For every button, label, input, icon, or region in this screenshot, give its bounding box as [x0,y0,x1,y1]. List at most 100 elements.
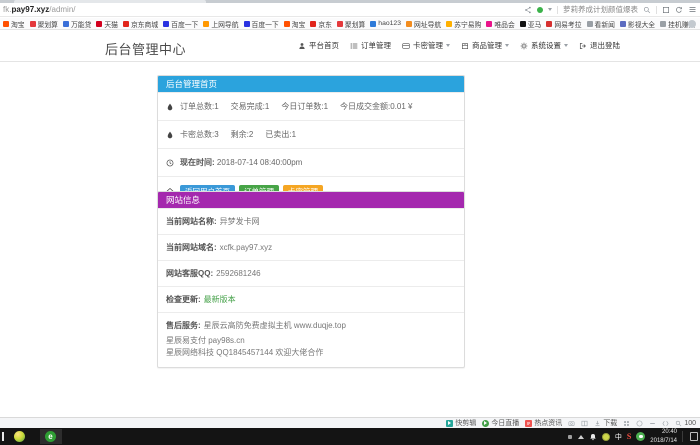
bookmark-item[interactable]: hao123 [370,20,401,27]
panel-site-header: 网站信息 [158,192,464,208]
nav-item-system-settings[interactable]: 系统设置 [520,40,568,51]
bookmark-item[interactable]: 唯品会 [486,19,514,29]
bookmark-item[interactable]: 上网导航 [203,19,238,29]
zoom-indicator[interactable]: 100 [675,420,696,427]
status-label: 下载 [603,418,617,428]
nav-item-logout[interactable]: 退出登陆 [579,40,620,51]
search-input[interactable]: 萝莉养成计划颜值爆表 [563,4,638,15]
wechat-icon[interactable] [636,432,645,441]
nav-label: 退出登陆 [590,40,620,51]
share-icon[interactable] [524,6,532,14]
taskbar-clock[interactable]: 20:40 2018/7/14 [650,428,677,444]
bookmark-item[interactable]: 百度一下 [244,19,279,29]
bookmark-favicon [486,21,492,27]
user-icon [298,42,306,50]
tray-app-icon[interactable] [567,434,573,440]
taskbar-app-360-icon[interactable] [14,431,25,442]
address-bar: fk.pay97.xyz/admin/ 萝莉养成计划颜值爆表 [0,3,700,17]
bookmark-label: 亚马 [528,19,542,29]
undo-icon[interactable] [675,6,683,14]
site-domain-row: 当前网站域名:xcfk.pay97.xyz [158,234,464,260]
bookmark-label: 万能贷 [71,19,91,29]
bookmark-label: 网址导航 [414,19,441,29]
reader-mode-icon[interactable] [662,420,669,427]
menu-icon[interactable] [688,5,697,14]
bookmark-item[interactable]: 聚划算 [337,19,365,29]
hot-news-button[interactable]: 热点资讯 [525,418,562,428]
bookmark-label: 影视大全 [628,19,655,29]
bookmark-item[interactable]: 苏宁易购 [446,19,481,29]
bookmark-item[interactable]: 影视大全 [620,19,655,29]
bookmark-item[interactable]: 网址导航 [406,19,441,29]
tint-icon [166,131,174,139]
bookmark-item[interactable]: 万能贷 [63,19,91,29]
taskbar-browser-icon[interactable]: e [45,431,56,442]
bookmark-favicon [546,21,552,27]
tint-icon [166,103,174,111]
top-nav: 平台首页 订单管理 卡密管理 商品管理 系统设置 退出登陆 [298,30,620,61]
bookmark-label: 天猫 [104,19,118,29]
nav-label: 平台首页 [309,40,339,51]
ime-language-indicator[interactable]: 中 [615,432,622,442]
nav-item-card-management[interactable]: 卡密管理 [402,40,450,51]
coin-app-icon[interactable] [602,433,610,441]
bookmark-favicon [587,21,593,27]
bookmark-item[interactable]: 天猫 [96,19,118,29]
time-value: 2018-07-14 08:40:00pm [217,158,302,167]
search-icon[interactable] [643,6,651,14]
chevron-down-icon[interactable] [548,8,552,11]
box-icon [461,42,469,50]
bookmarks-manager-icon[interactable] [688,20,696,28]
bookmark-favicon [244,21,250,27]
bookmark-item[interactable]: 淘宝 [3,19,25,29]
bookmark-item[interactable]: 百度一下 [163,19,198,29]
service-qq-value: 2592681246 [216,269,261,278]
bookmark-item[interactable]: 亚马 [520,19,542,29]
live-today-button[interactable]: 今日直播 [482,418,519,428]
bookmark-item[interactable]: 聚划算 [30,19,58,29]
service-qq-label: 网站客服QQ: [166,269,213,278]
sidebar-toggle-icon[interactable] [649,420,656,427]
quick-clip-button[interactable]: 快剪辑 [446,418,476,428]
notification-bell-icon[interactable] [589,433,597,441]
clock-date: 2018/7/14 [650,437,677,445]
start-button[interactable] [2,432,4,441]
zoom-icon [675,420,682,427]
download-icon [594,420,601,427]
nav-item-order-management[interactable]: 订单管理 [350,40,391,51]
download-button[interactable]: 下载 [594,418,617,428]
message-icon[interactable] [636,420,643,427]
bookmark-favicon [123,21,129,27]
play-icon [446,420,453,427]
bookmark-label: 京东 [318,19,332,29]
bookmark-label: 聚划算 [345,19,365,29]
service-qq-row: 网站客服QQ:2592681246 [158,260,464,286]
bookmark-favicon [520,21,526,27]
window-icon[interactable] [662,6,670,14]
site-name-row: 当前网站名称:异梦发卡网 [158,208,464,234]
action-center-icon[interactable] [690,432,698,441]
extension-status-icon[interactable] [537,7,543,13]
bookmark-item[interactable]: 网易考拉 [546,19,581,29]
bookmark-item[interactable]: 京东商城 [123,19,158,29]
url-field[interactable]: fk.pay97.xyz/admin/ [3,5,76,14]
update-status-link[interactable]: 最新版本 [204,295,236,304]
bookmark-label: 唯品会 [494,19,514,29]
nav-item-product-management[interactable]: 商品管理 [461,40,509,51]
bookmark-label: hao123 [378,20,401,27]
apps-grid-icon[interactable] [623,420,630,427]
bookmark-item[interactable]: 看新闻 [587,19,615,29]
url-path: /admin/ [49,5,75,14]
nav-item-platform-home[interactable]: 平台首页 [298,40,339,51]
sogou-input-icon[interactable]: S [627,432,631,441]
bookmark-label: 淘宝 [292,19,306,29]
after-sales-row: 售后服务:星辰云高防免费虚拟主机 www.duqje.top 星辰易支付 pay… [158,312,464,367]
bookmark-item[interactable]: 淘宝 [284,19,306,29]
bookmark-favicon [284,21,290,27]
window-split-icon[interactable] [581,420,588,427]
bookmark-item[interactable]: 京东 [310,19,332,29]
site-name-label: 当前网站名称: [166,217,217,226]
tray-expand-chevron-icon[interactable] [578,435,584,439]
nav-label: 订单管理 [361,40,391,51]
screenshot-icon[interactable] [568,420,575,427]
